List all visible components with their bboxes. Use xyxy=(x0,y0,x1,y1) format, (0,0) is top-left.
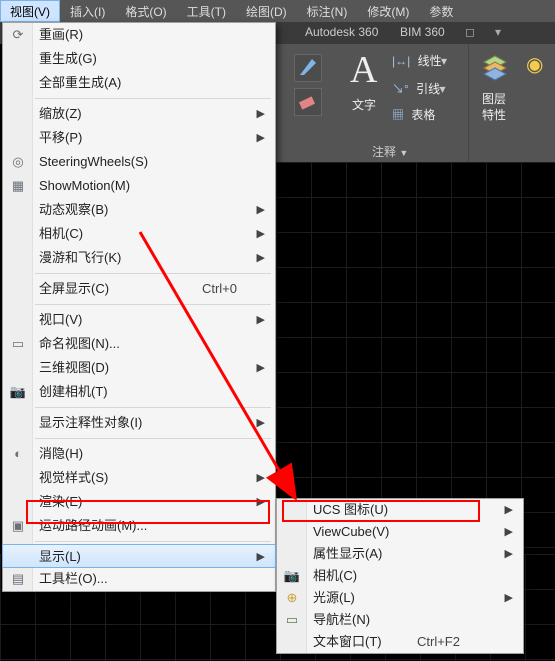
chevron-right-icon: ▶ xyxy=(257,308,265,332)
mi-orbit[interactable]: 动态观察(B)▶ xyxy=(3,198,275,222)
separator xyxy=(35,304,271,305)
camera-icon: 📷 xyxy=(283,567,301,585)
namedview-icon: ▭ xyxy=(9,335,27,353)
menu-param[interactable]: 参数 xyxy=(419,0,463,22)
separator xyxy=(35,273,271,274)
mi-zoom[interactable]: 缩放(Z)▶ xyxy=(3,102,275,126)
mi-visualstyle[interactable]: 视觉样式(S)▶ xyxy=(3,466,275,490)
mi-viewport[interactable]: 视口(V)▶ xyxy=(3,308,275,332)
dimension-linear-button[interactable]: |↔| 线性 ▾ xyxy=(392,52,447,69)
hide-icon: ◐ xyxy=(9,445,27,463)
mi-motionpath[interactable]: ▣运动路径动画(M)... xyxy=(3,514,275,538)
menu-view[interactable]: 视图(V) xyxy=(0,0,60,22)
panel-annotation-label: 注释 ▼ xyxy=(372,143,408,160)
view-menu-dropdown: ⟳重画(R) 重生成(G) 全部重生成(A) 缩放(Z)▶ 平移(P)▶ ◎St… xyxy=(2,22,276,592)
table-button[interactable]: ▦ 表格 xyxy=(392,106,431,123)
mi-render[interactable]: 渲染(E)▶ xyxy=(3,490,275,514)
layer-prop-label: 特性 xyxy=(482,106,506,123)
light-icon: ⊕ xyxy=(283,589,301,607)
tab-bim360[interactable]: BIM 360 xyxy=(400,25,445,39)
chevron-right-icon: ▶ xyxy=(505,499,513,521)
leader-button[interactable]: ↘° 引线 ▾ xyxy=(392,80,446,97)
text-button[interactable]: A 文字 xyxy=(346,50,381,90)
redraw-icon: ⟳ xyxy=(9,26,27,44)
mi-display[interactable]: 显示(L)▶ xyxy=(2,544,276,568)
mi-fullscreen[interactable]: 全屏显示(C)Ctrl+0 xyxy=(3,277,275,301)
motionpath-icon: ▣ xyxy=(9,517,27,535)
smi-navbar[interactable]: ▭导航栏(N) xyxy=(277,609,523,631)
wheel-icon: ◎ xyxy=(9,153,27,171)
chevron-right-icon: ▶ xyxy=(257,545,265,569)
chevron-right-icon: ▶ xyxy=(505,543,513,565)
tab-arrow-icon[interactable]: ▾ xyxy=(495,25,501,39)
camera-icon: 📷 xyxy=(9,383,27,401)
layer-properties-button[interactable]: 图层 特性 xyxy=(478,52,512,86)
tab-autodesk360[interactable]: Autodesk 360 xyxy=(305,25,378,39)
mi-pan[interactable]: 平移(P)▶ xyxy=(3,126,275,150)
mi-showmotion[interactable]: ▦ShowMotion(M) xyxy=(3,174,275,198)
ribbon: A 文字 |↔| 线性 ▾ ↘° 引线 ▾ ▦ 表格 图层 特性 ◉ 注释 ▼ xyxy=(276,44,555,162)
mi-camera[interactable]: 相机(C)▶ xyxy=(3,222,275,246)
menu-tools[interactable]: 工具(T) xyxy=(177,0,236,22)
chevron-right-icon: ▶ xyxy=(505,521,513,543)
layer-label: 图层 xyxy=(482,90,506,107)
chevron-right-icon: ▶ xyxy=(257,126,265,150)
smi-camera[interactable]: 📷相机(C) xyxy=(277,565,523,587)
linear-label: 线性 xyxy=(418,54,442,68)
menu-modify[interactable]: 修改(M) xyxy=(357,0,419,22)
mi-annotative[interactable]: 显示注释性对象(I)▶ xyxy=(3,411,275,435)
display-submenu: UCS 图标(U)▶ ViewCube(V)▶ 属性显示(A)▶ 📷相机(C) … xyxy=(276,498,524,654)
table-label: 表格 xyxy=(411,108,435,122)
chevron-right-icon: ▶ xyxy=(257,466,265,490)
chevron-right-icon: ▶ xyxy=(257,198,265,222)
chevron-right-icon: ▶ xyxy=(257,222,265,246)
shortcut-label: Ctrl+F2 xyxy=(417,631,460,653)
shortcut-label: Ctrl+0 xyxy=(202,277,237,301)
separator xyxy=(35,407,271,408)
menu-bar: 视图(V) 插入(I) 格式(O) 工具(T) 绘图(D) 标注(N) 修改(M… xyxy=(0,0,555,22)
mi-createcamera[interactable]: 📷创建相机(T) xyxy=(3,380,275,404)
chevron-right-icon: ▶ xyxy=(257,356,265,380)
mi-regenall[interactable]: 全部重生成(A) xyxy=(3,71,275,95)
brush-icon[interactable] xyxy=(294,54,322,82)
separator xyxy=(35,438,271,439)
smi-textwindow[interactable]: 文本窗口(T)Ctrl+F2 xyxy=(277,631,523,653)
mi-walkfly[interactable]: 漫游和飞行(K)▶ xyxy=(3,246,275,270)
chevron-right-icon: ▶ xyxy=(257,102,265,126)
menu-insert[interactable]: 插入(I) xyxy=(60,0,115,22)
mi-regen[interactable]: 重生成(G) xyxy=(3,47,275,71)
chevron-right-icon: ▶ xyxy=(257,246,265,270)
mi-steeringwheels[interactable]: ◎SteeringWheels(S) xyxy=(3,150,275,174)
smi-ucsicon[interactable]: UCS 图标(U)▶ xyxy=(277,499,523,521)
text-button-label: 文字 xyxy=(352,96,376,113)
chevron-right-icon: ▶ xyxy=(505,587,513,609)
mi-namedview[interactable]: ▭命名视图(N)... xyxy=(3,332,275,356)
smi-viewcube[interactable]: ViewCube(V)▶ xyxy=(277,521,523,543)
leader-label: 引线 xyxy=(416,82,440,96)
separator xyxy=(35,98,271,99)
bulb-icon[interactable]: ◉ xyxy=(526,52,543,77)
chevron-right-icon: ▶ xyxy=(257,411,265,435)
mi-redraw[interactable]: ⟳重画(R) xyxy=(3,23,275,47)
navbar-icon: ▭ xyxy=(283,611,301,629)
mi-hide[interactable]: ◐消隐(H) xyxy=(3,442,275,466)
menu-format[interactable]: 格式(O) xyxy=(115,0,176,22)
toolbar-icon: ▤ xyxy=(9,570,27,588)
tab-feature-icon[interactable]: ◻ xyxy=(465,25,475,39)
menu-dimension[interactable]: 标注(N) xyxy=(297,0,358,22)
smi-attrdisp[interactable]: 属性显示(A)▶ xyxy=(277,543,523,565)
film-icon: ▦ xyxy=(9,177,27,195)
smi-light[interactable]: ⊕光源(L)▶ xyxy=(277,587,523,609)
chevron-right-icon: ▶ xyxy=(257,490,265,514)
mi-toolbar[interactable]: ▤工具栏(O)... xyxy=(3,567,275,591)
eraser-icon[interactable] xyxy=(294,88,322,116)
mi-3dview[interactable]: 三维视图(D)▶ xyxy=(3,356,275,380)
menu-draw[interactable]: 绘图(D) xyxy=(236,0,297,22)
separator xyxy=(35,541,271,542)
